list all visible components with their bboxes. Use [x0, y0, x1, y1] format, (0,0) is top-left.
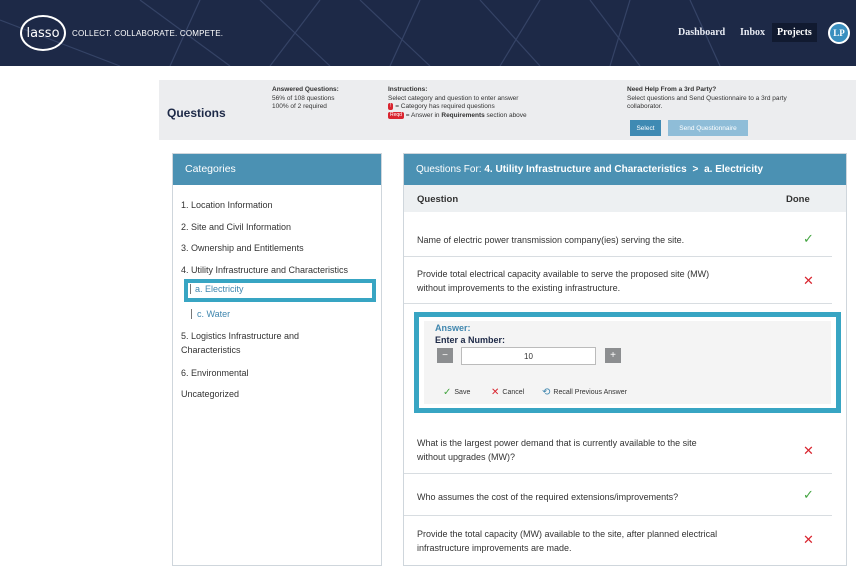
questions-heading-subcategory: a. Electricity [704, 164, 763, 175]
help-line-1: Select questions and Send Questionnaire … [627, 94, 787, 102]
category-logistics[interactable]: 5. Logistics Infrastructure and [181, 330, 299, 343]
question-text: Who assumes the cost of the required ext… [417, 492, 679, 502]
help-heading: Need Help From a 3rd Party? [627, 86, 717, 93]
answered-summary: Answered Questions: 56% of 108 questions… [272, 86, 339, 112]
categories-heading: Categories [173, 154, 381, 185]
recall-previous-answer-button[interactable]: ⟲ Recall Previous Answer [542, 387, 627, 398]
question-row[interactable]: Provide total electrical capacity availa… [404, 257, 832, 304]
subcategory-electricity-highlight[interactable]: a. Electricity [184, 279, 376, 302]
top-header: lasso COLLECT. COLLABORATE. COMPETE. Das… [0, 0, 856, 66]
category-environmental[interactable]: 6. Environmental [181, 367, 249, 380]
answer-editor: Answer: Enter a Number: − + ✓ Save ✕ Can… [414, 312, 841, 413]
done-column-label: Done [786, 194, 810, 205]
instructions-line-2: ! = Category has required questions [388, 103, 495, 111]
instructions-line-3: Reqd = Answer in Requirements section ab… [388, 111, 527, 119]
nav-dashboard[interactable]: Dashboard [678, 27, 725, 38]
subcategory-water[interactable]: c. Water [191, 309, 230, 319]
x-icon: ✕ [491, 387, 500, 398]
required-category-badge: ! [388, 103, 394, 110]
questions-panel: Questions For: 4. Utility Infrastructure… [403, 153, 847, 566]
answered-percent: 56% of 108 questions [272, 94, 335, 102]
question-column-label: Question [417, 194, 459, 205]
answer-form: Answer: Enter a Number: − + ✓ Save ✕ Can… [424, 321, 831, 404]
x-icon: ✕ [803, 443, 814, 458]
chevron-right-icon: > [692, 164, 699, 175]
increment-button[interactable]: + [605, 348, 621, 363]
instructions-line-1: Select category and question to enter an… [388, 94, 519, 102]
lasso-logo[interactable]: lasso [20, 15, 66, 51]
question-text: What is the largest power demand that is… [417, 438, 697, 462]
nav-inbox[interactable]: Inbox [740, 27, 765, 38]
x-icon: ✕ [803, 532, 814, 547]
required-percent: 100% of 2 required [272, 103, 327, 110]
decrement-button[interactable]: − [437, 348, 453, 363]
questions-column-header: Question Done [404, 185, 846, 212]
check-icon: ✓ [803, 231, 814, 246]
answer-label: Answer: [435, 323, 471, 333]
subcategory-electricity[interactable]: a. Electricity [190, 284, 244, 294]
send-questionnaire-button[interactable]: Send Questionnaire [668, 120, 748, 136]
question-row[interactable]: Name of electric power transmission comp… [404, 212, 832, 257]
question-row[interactable]: Provide the total capacity (MW) availabl… [404, 516, 832, 565]
answered-heading: Answered Questions: [272, 86, 339, 93]
check-icon: ✓ [803, 487, 814, 502]
third-party-help: Need Help From a 3rd Party? Select quest… [627, 86, 787, 112]
question-row[interactable]: What is the largest power demand that is… [404, 424, 832, 474]
cancel-button[interactable]: ✕ Cancel [491, 387, 524, 398]
categories-panel: Categories 1. Location Information 2. Si… [172, 153, 382, 566]
question-text: Provide total electrical capacity availa… [417, 269, 710, 293]
save-button[interactable]: ✓ Save [443, 387, 470, 398]
tagline: COLLECT. COLLABORATE. COMPETE. [72, 29, 224, 38]
required-answer-badge: Reqd [388, 111, 404, 119]
question-text: Provide the total capacity (MW) availabl… [417, 529, 718, 553]
help-line-2: collaborator. [627, 103, 663, 110]
check-icon: ✓ [443, 387, 452, 398]
questions-heading: Questions For: 4. Utility Infrastructure… [404, 154, 846, 185]
category-utility[interactable]: 4. Utility Infrastructure and Characteri… [181, 264, 348, 277]
category-site-civil[interactable]: 2. Site and Civil Information [181, 221, 291, 234]
user-avatar[interactable]: LP [828, 22, 850, 44]
x-icon: ✕ [803, 273, 814, 288]
category-ownership[interactable]: 3. Ownership and Entitlements [181, 242, 304, 255]
page-title: Questions [167, 106, 226, 120]
question-row[interactable]: Who assumes the cost of the required ext… [404, 474, 832, 516]
category-logistics-cont[interactable]: Characteristics [181, 344, 241, 357]
question-text: Name of electric power transmission comp… [417, 235, 685, 245]
instructions-heading: Instructions: [388, 86, 428, 93]
nav-projects[interactable]: Projects [772, 23, 817, 42]
questions-info-bar: Questions Answered Questions: 56% of 108… [159, 80, 856, 140]
number-prompt: Enter a Number: [435, 335, 506, 345]
category-uncategorized[interactable]: Uncategorized [181, 388, 239, 401]
select-button[interactable]: Select [630, 120, 661, 136]
history-icon: ⟲ [542, 387, 551, 398]
questions-heading-category: 4. Utility Infrastructure and Characteri… [484, 164, 687, 175]
category-location[interactable]: 1. Location Information [181, 199, 273, 212]
number-input[interactable] [461, 347, 596, 365]
instructions: Instructions: Select category and questi… [388, 86, 527, 120]
